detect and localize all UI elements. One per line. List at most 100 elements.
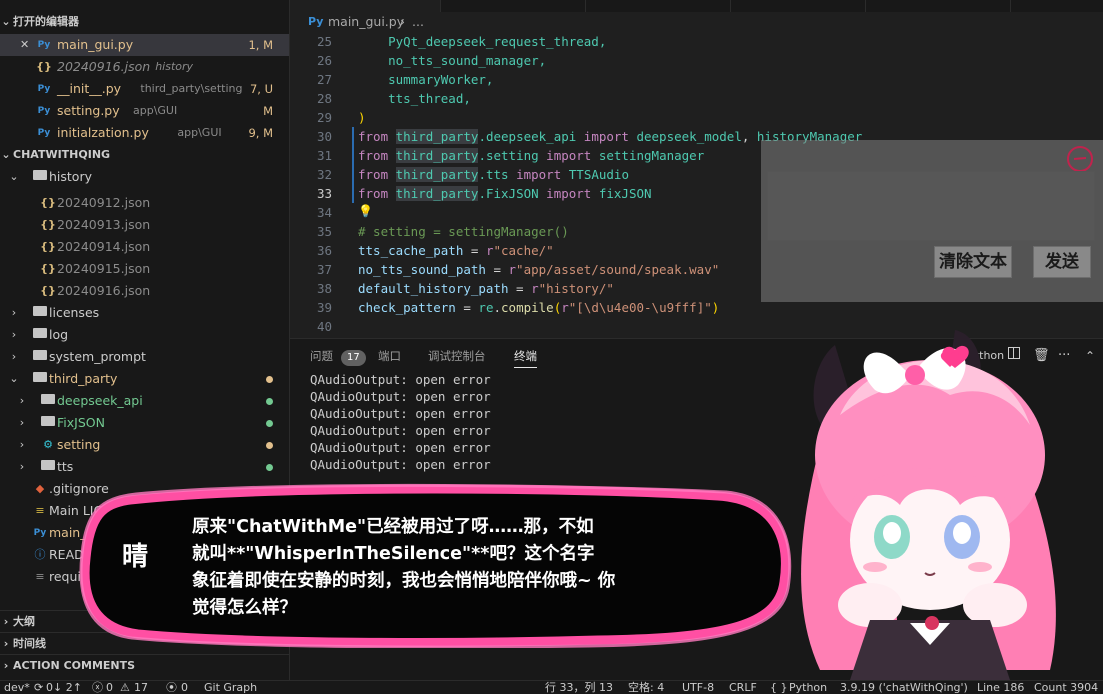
code-token: ) (711, 300, 720, 315)
sync-icon[interactable]: ⟳ (34, 681, 43, 694)
code-token: compile (501, 300, 554, 315)
code-line[interactable]: from third_party.setting import settingM… (358, 146, 704, 165)
error-icon[interactable]: ⓧ (92, 681, 103, 694)
warning-icon[interactable]: ⚠ (120, 681, 130, 694)
tree-item[interactable]: › licenses (0, 302, 289, 324)
code-line[interactable]: ) (358, 108, 366, 127)
tree-item[interactable]: › FixJSON (0, 412, 289, 434)
tree-item[interactable]: {} 20240916.json (0, 280, 289, 302)
python-interpreter[interactable]: 3.9.19 ('chatWithQing') (840, 681, 968, 694)
code-line[interactable]: from third_party.tts import TTSAudio (358, 165, 629, 184)
code-line[interactable]: summaryWorker, (358, 70, 493, 89)
chevron-right-icon: › (11, 350, 17, 363)
code-line[interactable]: from third_party.FixJSON import fixJSON (358, 184, 652, 203)
ports-icon[interactable]: ⦿ (166, 681, 177, 694)
git-status-badge: 9, M (248, 126, 273, 140)
code-line[interactable]: default_history_path = r"history/" (358, 279, 614, 298)
panel-tab[interactable]: 终端 (514, 345, 537, 368)
folder-open-icon (32, 169, 48, 185)
git-graph-button[interactable]: Git Graph (204, 681, 257, 694)
cursor-position[interactable]: 行 33，列 13 (545, 681, 613, 694)
lightbulb-icon[interactable]: 💡 (358, 204, 373, 218)
code-line[interactable]: no_tts_sound_manager, (358, 51, 546, 70)
sync-status[interactable]: 0↓ 2↑ (46, 681, 82, 694)
close-icon[interactable]: ✕ (20, 34, 29, 56)
tree-item[interactable]: {} 20240913.json (0, 214, 289, 236)
chevron-right-icon: › (3, 615, 9, 628)
tree-item[interactable]: › log (0, 324, 289, 346)
code-token: .setting (478, 148, 547, 163)
info-icon: ⓘ (34, 548, 46, 561)
open-editor-item[interactable]: Py initialzation.py app\GUI 9, M (0, 122, 289, 144)
code-line[interactable]: check_pattern = re.compile(r"[\d\u4e00-\… (358, 298, 719, 317)
braces-icon[interactable]: { } (770, 681, 788, 694)
tree-item[interactable]: › deepseek_api (0, 390, 289, 412)
language-mode[interactable]: Python (789, 681, 827, 694)
editor-tab[interactable] (440, 0, 586, 12)
code-line[interactable]: no_tts_sound_path = r"app/asset/sound/sp… (358, 260, 719, 279)
line-number: 31 (316, 148, 332, 163)
open-editors-header[interactable]: ⌄ 打开的编辑器 (0, 11, 289, 33)
chevron-down-icon: ⌄ (9, 372, 19, 385)
editor-tab[interactable] (865, 0, 1011, 12)
project-header[interactable]: ⌄ CHATWITHQING (0, 144, 289, 166)
tree-item[interactable]: {} 20240915.json (0, 258, 289, 280)
line-ending[interactable]: CRLF (729, 681, 757, 694)
json-file-icon: {} (40, 196, 56, 209)
tree-item[interactable]: ⌄ history (0, 166, 289, 188)
git-status-dot (266, 398, 273, 405)
error-count[interactable]: 0 (106, 681, 113, 694)
breadcrumb-symbol[interactable]: ... (412, 12, 424, 32)
tree-item[interactable]: › system_prompt (0, 346, 289, 368)
clear-text-button[interactable]: 清除文本 (934, 246, 1012, 278)
tree-item[interactable]: {} 20240914.json (0, 236, 289, 258)
panel-tab[interactable]: 调试控制台 (428, 345, 486, 367)
editor-tab[interactable] (730, 0, 866, 12)
line-number: 25 (316, 34, 332, 49)
char-count[interactable]: Count 3904 (1034, 681, 1098, 694)
ports-count[interactable]: 0 (181, 681, 188, 694)
code-token: "app/asset/sound/speak.wav" (516, 262, 720, 277)
open-editor-item[interactable]: ✕ Py main_gui.py 1, M (0, 34, 289, 56)
json-file-icon: {} (40, 284, 56, 297)
send-button[interactable]: 发送 (1033, 246, 1091, 278)
message-input[interactable] (767, 171, 1095, 241)
folder-icon (40, 415, 56, 431)
action-comments-header[interactable]: › ACTION COMMENTS (0, 654, 289, 677)
panel-tab[interactable]: 问题 17 (310, 345, 366, 367)
tree-item-label: 20240915.json (57, 261, 151, 276)
json-file-icon: {} (40, 262, 56, 275)
code-token: # setting = settingManager() (358, 224, 569, 239)
code-line[interactable]: PyQt_deepseek_request_thread, (358, 32, 606, 51)
tree-item[interactable]: › tts (0, 456, 289, 478)
git-status-badge: M (263, 104, 273, 118)
tree-item[interactable]: › ⚙ setting (0, 434, 289, 456)
minimize-icon[interactable] (1065, 144, 1095, 174)
code-line[interactable]: tts_cache_path = r"cache/" (358, 241, 554, 260)
code-line[interactable]: # setting = settingManager() (358, 222, 569, 241)
terminal-line: QAudioOutput: open error (310, 389, 491, 404)
git-branch[interactable]: dev* (4, 681, 30, 694)
indentation[interactable]: 空格: 4 (628, 681, 664, 694)
breadcrumb-separator: › (400, 14, 405, 29)
editor-tab[interactable] (1010, 0, 1103, 12)
open-editor-path: app\GUI (177, 126, 222, 139)
line-number: 26 (316, 53, 332, 68)
open-editor-item[interactable]: Py __init__.py third_party\setting 7, U (0, 78, 289, 100)
open-editor-item[interactable]: {} 20240916.json history (0, 56, 289, 78)
tree-item[interactable]: {} 20240912.json (0, 192, 289, 214)
git-change-marker (352, 165, 354, 184)
code-line[interactable]: tts_thread, (358, 89, 471, 108)
chevron-right-icon: › (11, 328, 17, 341)
tree-item[interactable]: ⌄ third_party (0, 368, 289, 390)
panel-tab[interactable]: 端口 (378, 345, 401, 367)
breadcrumb-file[interactable]: main_gui.py (328, 12, 404, 32)
encoding[interactable]: UTF-8 (682, 681, 714, 694)
line-count[interactable]: Line 186 (977, 681, 1024, 694)
open-editor-item[interactable]: Py setting.py app\GUI M (0, 100, 289, 122)
timeline-title: 时间线 (13, 637, 46, 650)
warning-count[interactable]: 17 (134, 681, 148, 694)
dialog-line: 原来"ChatWithMe"已经被用过了呀……那，不如 (192, 517, 594, 537)
editor-tab[interactable] (585, 0, 731, 12)
json-file-icon: {} (40, 218, 56, 231)
